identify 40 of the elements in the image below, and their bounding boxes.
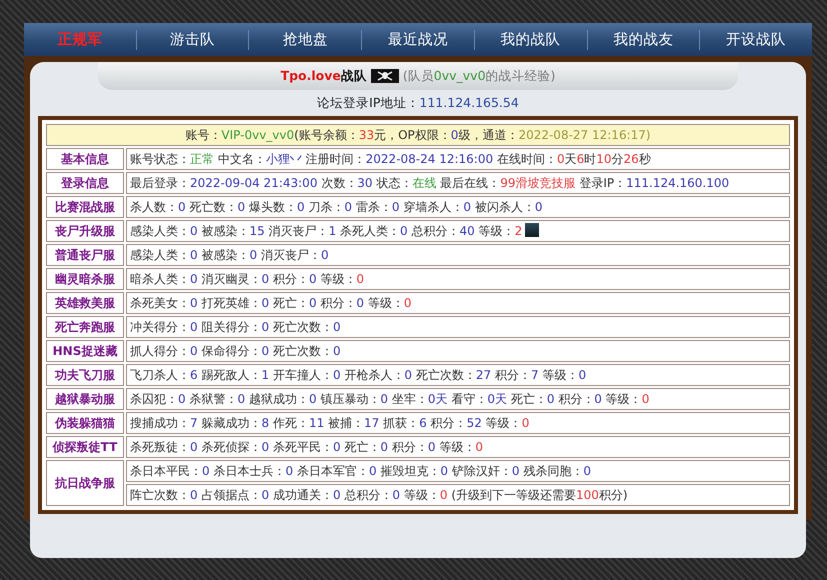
nav-tab[interactable]: 我的战队 (474, 30, 587, 50)
stats-cell: 抓人得分：0 保命得分：0 死亡次数：0 (126, 340, 790, 362)
stats-cell: 感染人类：0 被感染：0 消灭丧尸：0 (126, 244, 790, 266)
stats-cell: 杀人数：0 死亡数：0 爆头数：0 刀杀：0 雷杀：0 穿墙杀人：0 被闪杀人：0 (126, 196, 790, 218)
skull-flag-icon (370, 69, 399, 83)
section-label: HNS捉迷藏 (46, 340, 124, 362)
stats-cell: 杀死叛徒：0 杀死侦探：0 杀死平民：0 死亡：0 积分：0 等级：0 (126, 436, 790, 458)
section-label: 伪装躲猫猫 (46, 412, 124, 434)
section-label: 抗日战争服 (46, 460, 124, 506)
forum-login-ip: 论坛登录IP地址：111.124.165.54 (316, 94, 520, 112)
section-label: 死亡奔跑服 (46, 316, 124, 338)
nav-tab[interactable]: 最近战况 (361, 30, 474, 50)
section-label: 侦探叛徒TT (46, 436, 124, 458)
stats-cell: 最后登录：2022-09-04 21:43:00 次数：30 状态：在线 最后在线：99滑坡竞技服 登录IP：111.124.160.100 (126, 172, 790, 194)
section-label: 英雄救美服 (46, 292, 124, 314)
team-title: Tpo.love战队 (280, 66, 367, 85)
nav-tab[interactable]: 游击队 (136, 30, 248, 50)
stats-cell: 杀死美女：0 打死英雄：0 死亡：0 积分：0 等级：0 (126, 292, 790, 314)
section-label: 登录信息 (46, 172, 124, 194)
section-label: 比赛混战服 (46, 196, 124, 218)
stats-cell: 飞刀杀人：6 踢死敌人：1 开车撞人：0 开枪杀人：0 死亡次数：27 积分：7 等级：0 (126, 364, 790, 386)
team-note: (队员0vv_vv0的战斗经验) (402, 66, 556, 85)
stats-cell: 冲关得分：0 阻关得分：0 死亡次数：0 (126, 316, 790, 338)
stats-cell: 杀日本平民：0 杀日本士兵：0 杀日本军官：0 摧毁坦克：0 铲除汉奸：0 残杀同胞：0 (126, 460, 790, 482)
stats-cell: 搜捕成功：7 躲藏成功：8 作死：11 被捕：17 抓获：6 积分：52 等级：0 (126, 412, 790, 434)
nav-tab[interactable]: 我的战友 (586, 30, 700, 50)
stats-cell: 杀囚犯：0 杀狱警：0 越狱成功：0 镇压暴动：0 坐牢：0天 看守：0天 死亡：0 积分：0 等级：0 (126, 388, 790, 410)
stats-cell: 暗杀人类：0 消灭幽灵：0 积分：0 等级：0 (126, 268, 790, 290)
section-label: 功夫飞刀服 (46, 364, 124, 386)
stats-cell: 账号状态：正常 中文名：小狸丷 注册时间：2022-08-24 12:16:00 在线时间：0天6时10分26秒 (126, 148, 790, 170)
stats-cell: 阵亡次数：0 占领据点：0 成功通关：0 总积分：0 等级：0 (升级到下一等级还需要100积分) (126, 484, 790, 506)
section-label: 丧尸升级服 (46, 220, 124, 242)
section-label: 越狱暴动服 (46, 388, 124, 410)
account-summary: 账号：VIP-0vv_vv0(账号余额：33元，OP权限：0级，通道：2022-08-27 12:16:17) (46, 124, 790, 146)
nav-tab[interactable]: 开设战队 (699, 30, 812, 50)
section-label: 幽灵暗杀服 (46, 268, 124, 290)
section-label: 基本信息 (46, 148, 124, 170)
stats-text: 感染人类：0 被感染：15 消灭丧尸：1 杀死人类：0 总积分：40 等级：2 (130, 224, 522, 238)
nav-tab[interactable]: 抢地盘 (248, 30, 362, 50)
section-label: 普通丧尸服 (46, 244, 124, 266)
